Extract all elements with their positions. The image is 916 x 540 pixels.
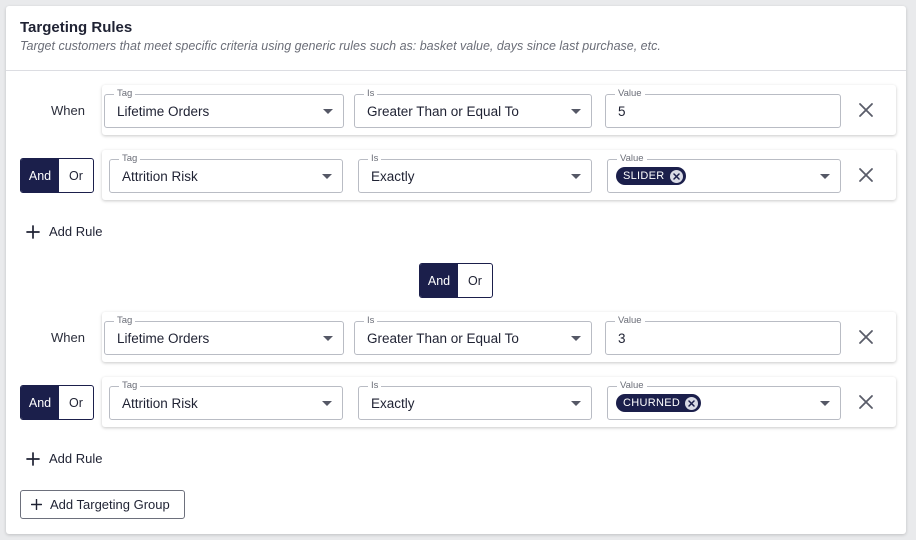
chevron-down-icon[interactable]	[820, 174, 830, 179]
operator-select[interactable]: Is Greater Than or Equal To	[354, 315, 592, 355]
chip-remove-icon[interactable]	[669, 169, 683, 183]
when-label: When	[51, 330, 85, 345]
add-rule-label: Add Rule	[49, 224, 103, 239]
value-input[interactable]: Value 5	[605, 88, 841, 128]
group-conjunction-toggle[interactable]: And Or	[419, 263, 493, 298]
close-icon[interactable]	[858, 329, 874, 345]
rule-conjunction-toggle[interactable]: And Or	[20, 385, 94, 420]
value-field-label: Value	[617, 380, 647, 392]
chevron-down-icon[interactable]	[322, 174, 332, 179]
add-rule-button[interactable]: Add Rule	[26, 451, 102, 466]
tag-select[interactable]: Tag Attrition Risk	[109, 153, 343, 193]
rule-row: Tag Attrition Risk Is Exactly Value CHUR…	[102, 377, 896, 427]
plus-icon	[26, 224, 40, 239]
chevron-down-icon[interactable]	[322, 401, 332, 406]
operator-value: Greater Than or Equal To	[367, 104, 519, 119]
value-field-label: Value	[615, 88, 645, 100]
value-chip: SLIDER	[616, 167, 686, 185]
tag-select[interactable]: Tag Lifetime Orders	[104, 315, 344, 355]
close-icon[interactable]	[858, 102, 874, 118]
tag-select[interactable]: Tag Attrition Risk	[109, 380, 343, 420]
operator-value: Exactly	[371, 169, 415, 184]
rule-row: Tag Attrition Risk Is Exactly Value SLID…	[102, 150, 896, 200]
operator-select[interactable]: Is Exactly	[358, 153, 592, 193]
tag-value: Attrition Risk	[122, 169, 198, 184]
chip-label: CHURNED	[623, 397, 681, 409]
close-icon[interactable]	[858, 394, 874, 410]
and-option[interactable]: And	[420, 264, 458, 297]
add-targeting-group-label: Add Targeting Group	[50, 497, 170, 512]
operator-field-label: Is	[364, 88, 378, 100]
tag-select[interactable]: Tag Lifetime Orders	[104, 88, 344, 128]
value-field-label: Value	[615, 315, 645, 327]
chip-remove-icon[interactable]	[685, 396, 699, 410]
rule-conjunction-toggle[interactable]: And Or	[20, 158, 94, 193]
chevron-down-icon[interactable]	[323, 109, 333, 114]
tag-value: Lifetime Orders	[117, 104, 210, 119]
close-icon[interactable]	[858, 167, 874, 183]
value-text[interactable]: 5	[618, 104, 626, 119]
chevron-down-icon[interactable]	[571, 401, 581, 406]
tag-field-label: Tag	[114, 88, 136, 100]
operator-value: Greater Than or Equal To	[367, 331, 519, 346]
value-chip: CHURNED	[616, 394, 702, 412]
plus-icon	[26, 451, 40, 466]
page-subtitle: Target customers that meet specific crit…	[20, 39, 661, 53]
operator-field-label: Is	[368, 380, 382, 392]
chevron-down-icon[interactable]	[820, 401, 830, 406]
chip-label: SLIDER	[623, 170, 665, 182]
rule-row: Tag Lifetime Orders Is Greater Than or E…	[102, 312, 896, 362]
tag-value: Attrition Risk	[122, 396, 198, 411]
add-rule-label: Add Rule	[49, 451, 103, 466]
rule-row: Tag Lifetime Orders Is Greater Than or E…	[102, 85, 896, 135]
value-multiselect[interactable]: Value CHURNED	[607, 380, 841, 420]
chevron-down-icon[interactable]	[571, 109, 581, 114]
value-input[interactable]: Value 3	[605, 315, 841, 355]
or-option[interactable]: Or	[59, 159, 93, 192]
tag-field-label: Tag	[119, 153, 141, 165]
page-title: Targeting Rules	[20, 19, 133, 36]
tag-value: Lifetime Orders	[117, 331, 210, 346]
when-label: When	[51, 103, 85, 118]
targeting-rules-card: Targeting Rules Target customers that me…	[6, 6, 906, 534]
tag-field-label: Tag	[114, 315, 136, 327]
add-targeting-group-button[interactable]: Add Targeting Group	[20, 490, 185, 519]
or-option[interactable]: Or	[59, 386, 93, 419]
operator-field-label: Is	[368, 153, 382, 165]
value-text[interactable]: 3	[618, 331, 626, 346]
operator-field-label: Is	[364, 315, 378, 327]
value-multiselect[interactable]: Value SLIDER	[607, 153, 841, 193]
tag-field-label: Tag	[119, 380, 141, 392]
operator-value: Exactly	[371, 396, 415, 411]
and-option[interactable]: And	[21, 386, 59, 419]
value-field-label: Value	[617, 153, 647, 165]
plus-icon	[31, 499, 42, 510]
operator-select[interactable]: Is Greater Than or Equal To	[354, 88, 592, 128]
or-option[interactable]: Or	[458, 264, 492, 297]
card-header: Targeting Rules Target customers that me…	[6, 6, 906, 71]
operator-select[interactable]: Is Exactly	[358, 380, 592, 420]
and-option[interactable]: And	[21, 159, 59, 192]
chevron-down-icon[interactable]	[571, 174, 581, 179]
chevron-down-icon[interactable]	[571, 336, 581, 341]
add-rule-button[interactable]: Add Rule	[26, 224, 102, 239]
chevron-down-icon[interactable]	[323, 336, 333, 341]
